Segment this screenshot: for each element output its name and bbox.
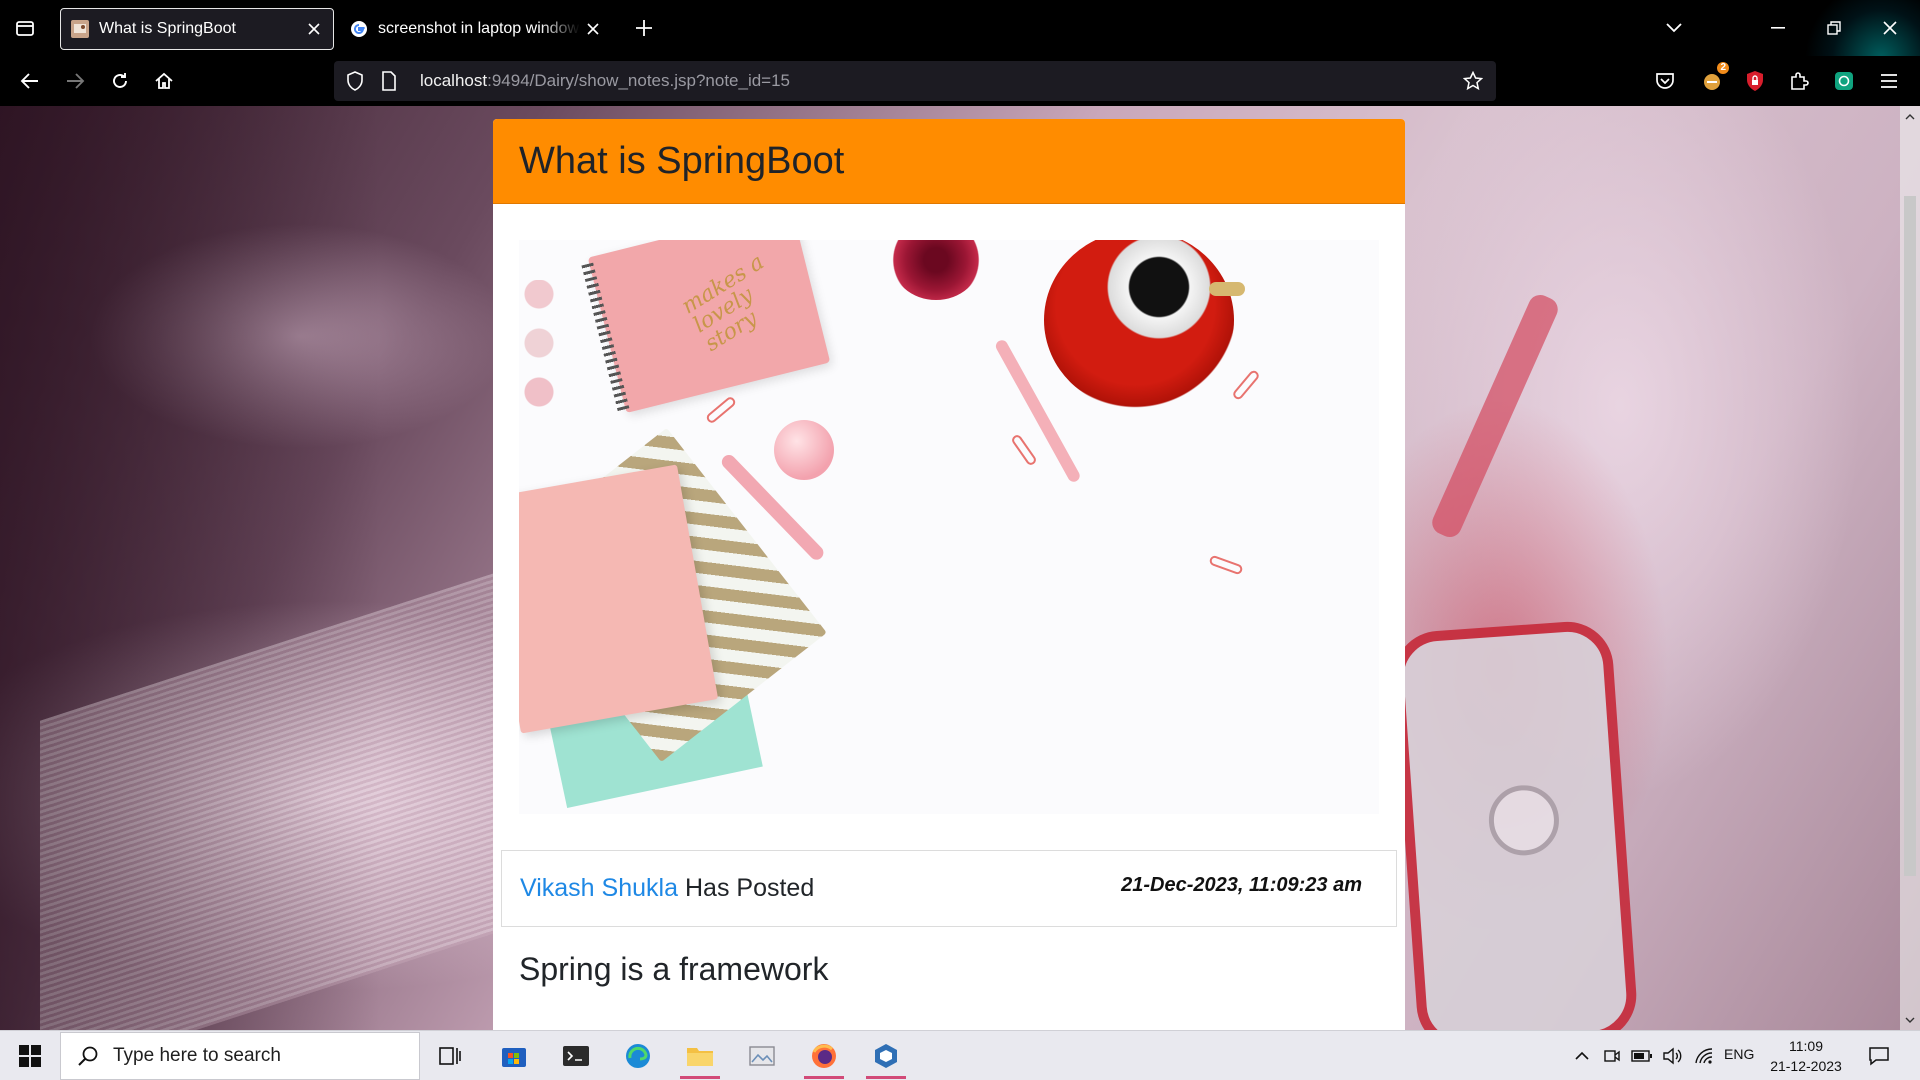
- image-pink-ball: [774, 420, 834, 480]
- minimize-icon[interactable]: [1760, 10, 1796, 46]
- address-bar[interactable]: localhost:9494/Dairy/show_notes.jsp?note…: [334, 61, 1496, 101]
- close-tab-icon[interactable]: [580, 16, 606, 42]
- note-card: What is SpringBoot makes a lovely story: [493, 119, 1405, 1030]
- tab-what-is-springboot[interactable]: What is SpringBoot: [60, 8, 334, 50]
- chevron-down-icon[interactable]: [1657, 12, 1691, 44]
- author-link[interactable]: Vikash Shukla: [520, 874, 678, 903]
- tab-list-icon[interactable]: [6, 14, 44, 42]
- image-spiral-rings: [581, 262, 630, 412]
- browser-tab-strip: What is SpringBoot screenshot in laptop …: [0, 0, 1920, 106]
- back-arrow-icon[interactable]: [12, 63, 48, 99]
- image-paperclip: [1010, 433, 1038, 467]
- notification-center-icon[interactable]: [1862, 1041, 1896, 1071]
- page-viewport: What is SpringBoot makes a lovely story: [0, 106, 1920, 1030]
- note-meta: Vikash Shukla Has Posted 21-Dec-2023, 11…: [501, 850, 1397, 927]
- photos-icon[interactable]: [734, 1033, 790, 1079]
- new-tab-icon[interactable]: [628, 12, 660, 44]
- background-highlight: [1428, 291, 1562, 541]
- pocket-icon[interactable]: [1650, 66, 1680, 96]
- url-host: localhost: [420, 71, 488, 90]
- image-beads: [519, 280, 559, 420]
- image-paperclip: [1208, 554, 1244, 576]
- windows-taskbar: Type here to search ENG 11:09 21-12-2023: [0, 1030, 1920, 1080]
- tracking-shield-icon[interactable]: [340, 66, 370, 96]
- extensions-puzzle-icon[interactable]: [1784, 66, 1814, 96]
- note-image: makes a lovely story: [519, 240, 1379, 814]
- url-text[interactable]: localhost:9494/Dairy/show_notes.jsp?note…: [420, 71, 1458, 91]
- ai-assistant-icon[interactable]: [1829, 66, 1859, 96]
- extension-badge-count: 2: [1717, 62, 1729, 74]
- image-cup-handle: [1209, 282, 1245, 296]
- background-phone-button: [1486, 782, 1562, 858]
- home-icon[interactable]: [146, 63, 182, 99]
- search-placeholder: Type here to search: [113, 1045, 281, 1066]
- clock-time: 11:09: [1789, 1038, 1823, 1054]
- tab-title: What is SpringBoot: [99, 20, 236, 37]
- virtualbox-icon[interactable]: [858, 1033, 914, 1079]
- task-view-icon[interactable]: [422, 1033, 478, 1079]
- password-lock-icon[interactable]: [1740, 66, 1770, 96]
- image-paperclip: [1231, 368, 1261, 402]
- volume-icon[interactable]: [1658, 1041, 1686, 1071]
- tab-title: screenshot in laptop windows 1: [378, 20, 580, 37]
- scroll-up-icon[interactable]: [1900, 106, 1920, 126]
- microsoft-store-icon[interactable]: [486, 1033, 542, 1079]
- edge-browser-icon[interactable]: [610, 1033, 666, 1079]
- close-window-icon[interactable]: [1872, 10, 1908, 46]
- hamburger-menu-icon[interactable]: [1874, 66, 1904, 96]
- tray-chevron-up-icon[interactable]: [1568, 1041, 1596, 1071]
- forward-arrow-icon[interactable]: [57, 63, 93, 99]
- tab-google-search[interactable]: screenshot in laptop windows 1: [340, 8, 612, 50]
- scroll-down-icon[interactable]: [1900, 1010, 1920, 1030]
- note-header: What is SpringBoot: [493, 119, 1405, 204]
- image-notebook-lettering: makes a lovely story: [677, 249, 769, 357]
- taskbar-search-box[interactable]: Type here to search: [60, 1032, 420, 1080]
- google-icon: [350, 20, 368, 38]
- input-language[interactable]: ENG: [1724, 1046, 1754, 1062]
- page-info-icon[interactable]: [374, 66, 404, 96]
- extension-badge-icon[interactable]: 2: [1697, 62, 1729, 96]
- posted-label: Has Posted: [684, 874, 815, 902]
- wifi-icon[interactable]: [1690, 1041, 1718, 1071]
- search-icon: [77, 1045, 99, 1067]
- image-paperclip: [704, 395, 738, 425]
- clock-date: 21-12-2023: [1770, 1058, 1842, 1074]
- restore-icon[interactable]: [1816, 10, 1852, 46]
- firefox-icon[interactable]: [796, 1033, 852, 1079]
- navigation-toolbar: localhost:9494/Dairy/show_notes.jsp?note…: [0, 56, 1920, 106]
- battery-icon[interactable]: [1628, 1041, 1656, 1071]
- file-explorer-icon[interactable]: [672, 1033, 728, 1079]
- image-flower: [891, 240, 981, 300]
- background-phone: [1390, 618, 1640, 1030]
- url-path: :9494/Dairy/show_notes.jsp?note_id=15: [487, 71, 791, 90]
- scroll-thumb[interactable]: [1904, 196, 1916, 876]
- image-spiral-notebook: makes a lovely story: [581, 240, 831, 414]
- windows-start-icon[interactable]: [0, 1031, 60, 1080]
- taskbar-clock[interactable]: 11:09 21-12-2023: [1766, 1036, 1846, 1076]
- meet-now-icon[interactable]: [1598, 1041, 1626, 1071]
- scrollbar[interactable]: [1900, 106, 1920, 1030]
- reload-icon[interactable]: [102, 63, 138, 99]
- post-date: 21-Dec-2023, 11:09:23 am: [1121, 874, 1362, 896]
- close-tab-icon[interactable]: [301, 16, 327, 42]
- bookmark-star-icon[interactable]: [1458, 66, 1488, 96]
- terminal-icon[interactable]: [548, 1033, 604, 1079]
- tab-favicon-icon: [71, 20, 89, 38]
- note-content: Spring is a framework: [519, 951, 829, 987]
- note-title: What is SpringBoot: [519, 139, 845, 182]
